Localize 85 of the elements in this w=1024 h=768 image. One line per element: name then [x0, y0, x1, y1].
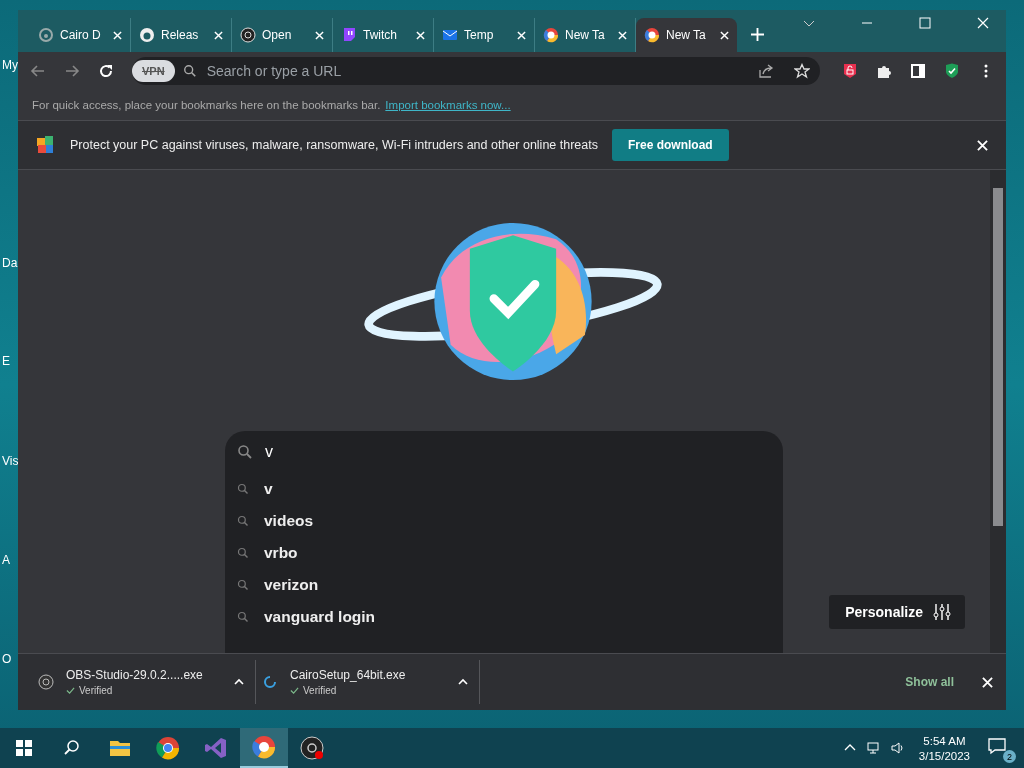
download-filename[interactable]: OBS-Studio-29.0.2.....exe — [66, 668, 221, 682]
search-field[interactable]: v — [263, 442, 783, 462]
clock-time: 5:54 AM — [923, 734, 966, 747]
record-icon — [300, 736, 324, 760]
side-panel-icon[interactable] — [910, 63, 926, 79]
browser-tab[interactable]: Open — [232, 18, 333, 52]
close-icon[interactable] — [214, 30, 223, 40]
free-download-button[interactable]: Free download — [612, 129, 729, 161]
record-icon — [38, 674, 54, 690]
browser-icon — [644, 27, 660, 43]
taskbar-app-button[interactable] — [240, 728, 288, 768]
desktop-icon-label[interactable]: O — [2, 652, 12, 666]
search-icon — [237, 483, 249, 495]
search-icon — [182, 64, 197, 78]
browser-icon — [252, 735, 276, 759]
close-icon[interactable] — [517, 30, 526, 40]
bookmarks-hint: For quick access, place your bookmarks here on the bookmarks bar. — [32, 99, 381, 111]
chat-icon — [341, 27, 357, 43]
shield-check-icon[interactable] — [944, 63, 960, 79]
desktop-icon-label[interactable]: Da — [2, 256, 18, 270]
desktop-icon-label[interactable]: Vis — [2, 454, 19, 468]
banner-message: Protect your PC against viruses, malware, ransomware, Wi-Fi intruders and other online threats — [70, 138, 598, 152]
personalize-button[interactable]: Personalize — [829, 595, 965, 629]
search-icon — [237, 611, 249, 623]
close-icon[interactable] — [982, 676, 993, 688]
clock-date: 3/15/2023 — [918, 749, 970, 762]
search-suggestion[interactable]: videos — [225, 505, 783, 537]
browser-icon — [156, 736, 180, 760]
maximize-icon[interactable] — [919, 17, 931, 29]
browser-tab[interactable]: Releas — [131, 18, 232, 52]
close-icon[interactable] — [720, 30, 729, 40]
close-icon[interactable] — [977, 17, 989, 29]
close-icon[interactable] — [113, 30, 122, 40]
browser-tab[interactable]: New Ta — [636, 18, 737, 52]
desktop-icon-label[interactable]: E — [2, 354, 10, 368]
windows-start-icon[interactable] — [15, 739, 33, 757]
notification-icon[interactable] — [988, 737, 1006, 755]
vpn-badge[interactable]: VPN — [132, 60, 175, 82]
close-icon[interactable] — [315, 30, 324, 40]
search-icon[interactable] — [63, 739, 81, 757]
reload-icon[interactable] — [98, 63, 114, 79]
check-icon — [290, 686, 299, 695]
browser-tab[interactable]: Temp — [434, 18, 535, 52]
close-icon[interactable] — [977, 139, 988, 151]
sliders-icon — [933, 603, 951, 621]
browser-tab[interactable]: New Ta — [535, 18, 636, 52]
search-icon — [237, 579, 249, 591]
puzzle-icon[interactable] — [876, 63, 892, 79]
search-icon — [237, 515, 249, 527]
star-icon[interactable] — [794, 63, 810, 79]
address-bar[interactable]: VPN Search or type a URL — [132, 57, 820, 85]
close-icon[interactable] — [618, 30, 627, 40]
search-suggestion[interactable]: v — [225, 473, 783, 505]
network-icon[interactable] — [866, 741, 881, 755]
download-status: Verified — [79, 685, 113, 696]
browser-tab[interactable]: Twitch — [333, 18, 434, 52]
share-icon[interactable] — [758, 63, 774, 79]
search-suggestion[interactable]: verizon — [225, 569, 783, 601]
speaker-icon[interactable] — [890, 741, 905, 755]
download-status: Verified — [303, 685, 337, 696]
search-icon — [237, 444, 253, 460]
search-suggestion[interactable]: vanguard login — [225, 601, 783, 633]
close-icon[interactable] — [416, 30, 425, 40]
browser-tab[interactable]: Cairo D — [30, 18, 131, 52]
browser-icon — [543, 27, 559, 43]
import-bookmarks-link[interactable]: Import bookmarks now... — [385, 99, 511, 111]
circle-icon — [38, 27, 54, 43]
new-tab-icon[interactable] — [751, 28, 764, 41]
search-icon — [237, 547, 249, 559]
spinner-icon — [262, 674, 278, 690]
show-all-link[interactable]: Show all — [905, 675, 954, 689]
record-icon — [240, 27, 256, 43]
colorful-logo-icon — [36, 135, 56, 155]
search-suggestion[interactable]: vrbo — [225, 537, 783, 569]
taskbar-clock[interactable]: 5:54 AM 3/15/2023 — [918, 734, 970, 762]
notification-count-badge: 2 — [1003, 750, 1016, 763]
mail-icon — [442, 27, 458, 43]
desktop-icon-label[interactable]: My — [2, 58, 18, 72]
check-icon — [66, 686, 75, 695]
desktop-icon-label[interactable]: A — [2, 553, 10, 567]
download-filename[interactable]: CairoSetup_64bit.exe — [290, 668, 445, 682]
scrollbar[interactable] — [990, 170, 1006, 653]
back-arrow-icon[interactable] — [30, 63, 46, 79]
lock-icon[interactable] — [842, 63, 858, 79]
forward-arrow-icon[interactable] — [64, 63, 80, 79]
